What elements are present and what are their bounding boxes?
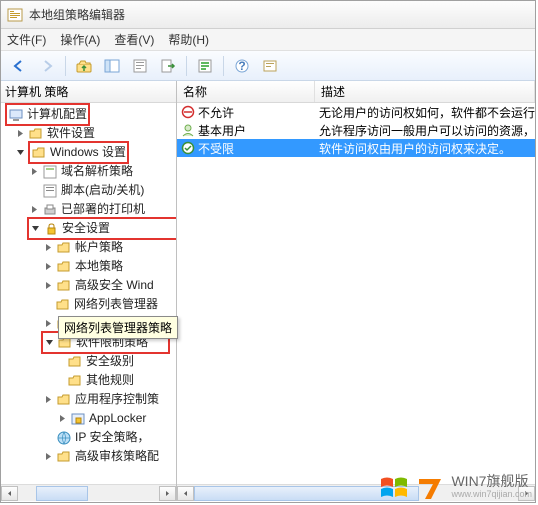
row-desc: 允许程序访问一般用户可以访问的资源， <box>315 122 535 139</box>
seven-icon <box>415 473 445 501</box>
scroll-thumb[interactable] <box>36 486 88 501</box>
unrestricted-icon <box>181 141 195 155</box>
tree-advanced-firewall[interactable]: 高级安全 Wind <box>75 276 154 295</box>
folder-icon <box>67 354 83 370</box>
tree-security-levels[interactable]: 安全级别 <box>86 352 134 371</box>
row-name: 不受限 <box>198 140 234 157</box>
folder-icon <box>55 297 71 313</box>
expand-icon[interactable] <box>43 318 54 329</box>
tree[interactable]: 计算机配置 软件设置 Windows 设置 域名解析策略 <box>1 103 176 466</box>
menu-action[interactable]: 操作(A) <box>60 31 100 48</box>
expand-icon[interactable] <box>43 242 54 253</box>
win-flag-icon <box>379 473 409 501</box>
app-icon <box>7 7 23 23</box>
tree-scripts[interactable]: 脚本(启动/关机) <box>61 181 144 200</box>
list-row-selected[interactable]: 不受限 软件访问权由用户的访问权来决定。 <box>177 139 535 157</box>
expand-icon[interactable] <box>43 280 54 291</box>
folder-icon <box>28 126 44 142</box>
row-name: 基本用户 <box>198 122 246 139</box>
svg-text:?: ? <box>238 59 245 73</box>
column-desc-label: 描述 <box>321 83 345 100</box>
column-description[interactable]: 描述 <box>315 81 535 102</box>
disallowed-icon <box>181 105 195 119</box>
collapse-icon[interactable] <box>44 337 55 348</box>
tree-dns-policy[interactable]: 域名解析策略 <box>61 162 133 181</box>
watermark-title: WIN7旗舰版 <box>451 474 532 489</box>
security-icon <box>43 221 59 237</box>
tree-account-policies[interactable]: 帐户策略 <box>75 238 123 257</box>
tree-other-rules[interactable]: 其他规则 <box>86 371 134 390</box>
menu-help[interactable]: 帮助(H) <box>168 31 209 48</box>
list-header[interactable]: 名称 描述 <box>177 81 535 103</box>
tooltip-text: 网络列表管理器策略 <box>64 321 172 335</box>
dns-policy-icon <box>42 164 58 180</box>
tree-security-settings[interactable]: 安全设置 <box>62 219 110 238</box>
scroll-left-arrow[interactable] <box>177 486 194 501</box>
column-name[interactable]: 名称 <box>177 81 315 102</box>
tree-network-list-mgr[interactable]: 网络列表管理器 <box>74 295 158 314</box>
expand-icon[interactable] <box>29 166 40 177</box>
tree-computer-config[interactable]: 计算机配置 <box>27 105 87 124</box>
tooltip: 网络列表管理器策略 <box>58 316 178 339</box>
filter-button[interactable] <box>258 54 282 78</box>
folder-icon <box>56 449 72 465</box>
collapse-icon[interactable] <box>15 147 26 158</box>
folder-icon <box>56 259 72 275</box>
scroll-left-arrow[interactable] <box>1 486 18 501</box>
printer-icon <box>42 202 58 218</box>
expand-icon[interactable] <box>15 128 26 139</box>
row-desc: 无论用户的访问权如何，软件都不会运行 <box>315 104 535 121</box>
tree-applocker[interactable]: AppLocker <box>89 409 146 428</box>
tree-header[interactable]: 计算机 策略 <box>1 81 176 103</box>
help-button[interactable]: ? <box>230 54 254 78</box>
watermark: WIN7旗舰版 www.win7qijian.com <box>379 473 532 501</box>
list-pane: 名称 描述 不允许 无论用户的访问权如何，软件都不会运行 基本用户 允许程序访问… <box>177 81 535 501</box>
expand-icon[interactable] <box>29 204 40 215</box>
tree-app-control[interactable]: 应用程序控制策 <box>75 390 159 409</box>
scripts-icon <box>42 183 58 199</box>
expand-icon[interactable] <box>57 413 68 424</box>
toolbar: ? <box>1 51 535 81</box>
applocker-icon <box>70 411 86 427</box>
computer-config-icon <box>8 107 24 123</box>
window-title: 本地组策略编辑器 <box>29 6 125 23</box>
folder-icon <box>56 392 72 408</box>
list-row[interactable]: 基本用户 允许程序访问一般用户可以访问的资源， <box>177 121 535 139</box>
tree-local-policies[interactable]: 本地策略 <box>75 257 123 276</box>
collapse-icon[interactable] <box>30 223 41 234</box>
tree-header-label: 计算机 策略 <box>5 83 68 100</box>
watermark-url: www.win7qijian.com <box>451 490 532 500</box>
back-button[interactable] <box>7 54 31 78</box>
tree-advanced-audit[interactable]: 高级审核策略配 <box>75 447 159 466</box>
folder-icon <box>56 240 72 256</box>
tree-ipsec[interactable]: IP 安全策略， <box>75 428 149 447</box>
folder-icon <box>56 278 72 294</box>
export-button[interactable] <box>156 54 180 78</box>
folder-icon <box>67 373 83 389</box>
row-desc: 软件访问权由用户的访问权来决定。 <box>315 140 535 157</box>
tree-hscrollbar[interactable] <box>1 484 176 501</box>
menubar: 文件(F) 操作(A) 查看(V) 帮助(H) <box>1 29 535 51</box>
up-button[interactable] <box>72 54 96 78</box>
show-tree-button[interactable] <box>100 54 124 78</box>
menu-view[interactable]: 查看(V) <box>114 31 154 48</box>
row-name: 不允许 <box>198 104 234 121</box>
scroll-right-arrow[interactable] <box>159 486 176 501</box>
forward-button[interactable] <box>35 54 59 78</box>
folder-icon <box>31 145 47 161</box>
expand-icon[interactable] <box>43 451 54 462</box>
expand-icon[interactable] <box>43 394 54 405</box>
list-row[interactable]: 不允许 无论用户的访问权如何，软件都不会运行 <box>177 103 535 121</box>
column-name-label: 名称 <box>183 83 207 100</box>
expand-icon[interactable] <box>43 261 54 272</box>
tree-pane: 计算机 策略 计算机配置 软件设置 Windows 设置 <box>1 81 177 501</box>
tree-windows-settings[interactable]: Windows 设置 <box>50 143 126 162</box>
ipsec-icon <box>56 430 72 446</box>
basic-user-icon <box>181 123 195 137</box>
refresh-button[interactable] <box>193 54 217 78</box>
menu-file[interactable]: 文件(F) <box>7 31 46 48</box>
properties-button[interactable] <box>128 54 152 78</box>
